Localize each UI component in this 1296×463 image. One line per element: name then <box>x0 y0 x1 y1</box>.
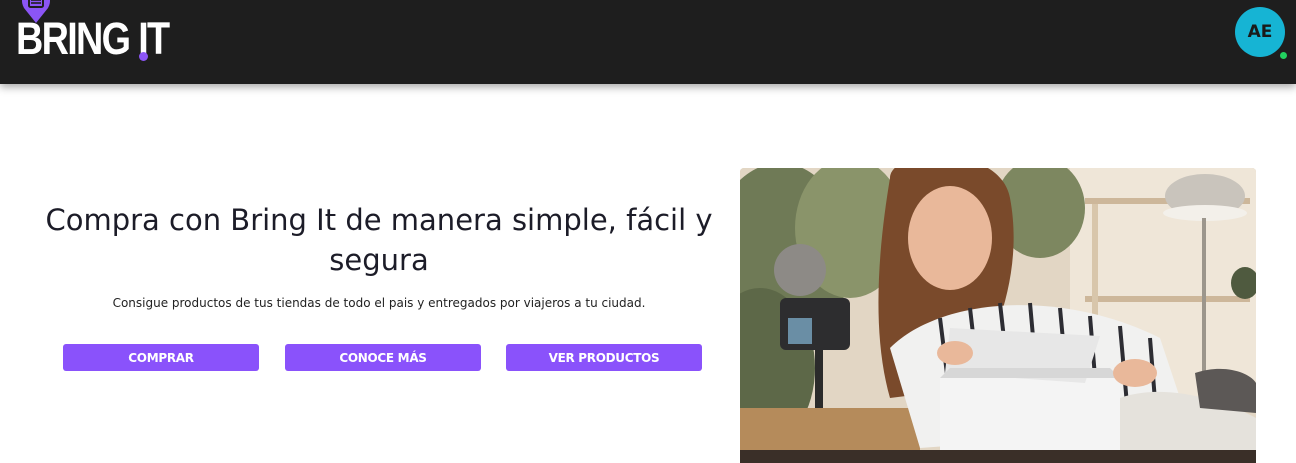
hero-title: Compra con Bring It de manera simple, fá… <box>45 203 713 277</box>
top-navbar: BRING IT AE <box>0 0 1296 84</box>
comprar-button[interactable]: COMPRAR <box>63 344 259 371</box>
online-status-indicator <box>1279 51 1288 60</box>
brand-logo[interactable]: BRING IT <box>14 0 170 84</box>
hero-subtitle: Consigue productos de tus tiendas de tod… <box>112 296 646 310</box>
woman-unboxing-illustration <box>740 168 1256 463</box>
hero-image <box>740 168 1256 463</box>
ver-productos-button[interactable]: VER PRODUCTOS <box>506 344 702 371</box>
avatar-initials: AE <box>1247 22 1273 42</box>
conoce-mas-button[interactable]: CONOCE MÁS <box>285 344 481 371</box>
logo-accent-dot <box>139 52 148 61</box>
user-avatar[interactable]: AE <box>1235 7 1285 57</box>
